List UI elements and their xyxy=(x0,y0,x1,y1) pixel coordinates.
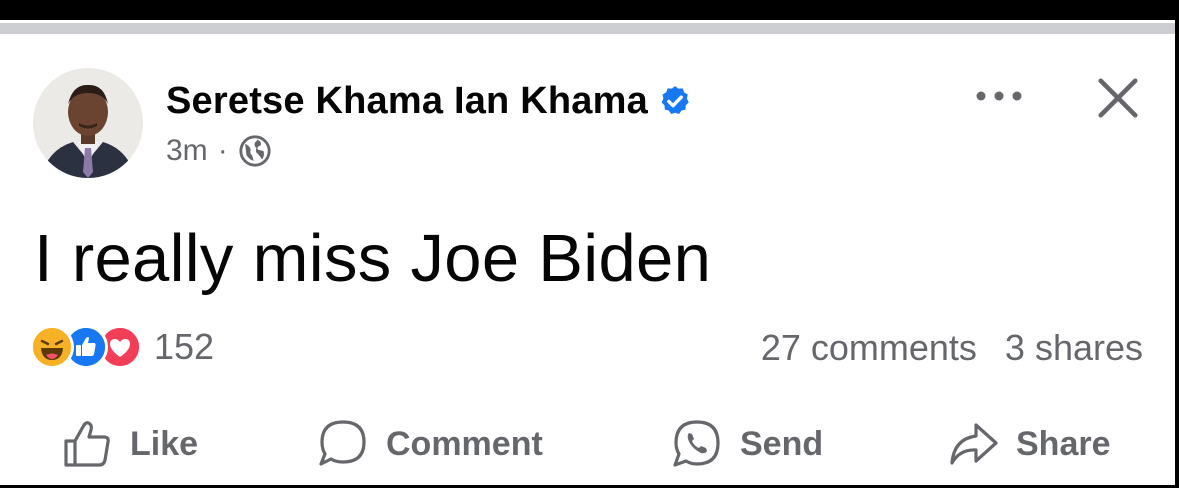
frame-edge xyxy=(1175,0,1179,488)
more-options-button[interactable] xyxy=(972,78,1026,114)
author-name[interactable]: Seretse Khama Ian Khama xyxy=(166,80,648,123)
haha-icon xyxy=(30,325,74,369)
author-row: Seretse Khama Ian Khama xyxy=(166,78,692,124)
reactions-summary[interactable]: 152 xyxy=(30,324,214,370)
share-arrow-icon xyxy=(950,423,998,465)
close-button[interactable] xyxy=(1090,70,1146,126)
like-button[interactable]: Like xyxy=(60,414,198,474)
post-meta: 3m · xyxy=(166,131,272,171)
send-button[interactable]: Send xyxy=(670,414,823,474)
comments-count[interactable]: 27 comments xyxy=(761,327,977,369)
shares-count[interactable]: 3 shares xyxy=(1005,327,1143,369)
verified-badge-icon xyxy=(658,84,692,118)
close-icon xyxy=(1098,78,1138,118)
globe-icon xyxy=(238,134,272,168)
thumbs-up-icon xyxy=(64,421,110,467)
avatar[interactable] xyxy=(33,68,143,178)
meta-separator: · xyxy=(217,134,228,167)
status-bar-edge xyxy=(0,0,1179,20)
send-label: Send xyxy=(740,424,824,463)
comment-bubble-icon xyxy=(319,420,366,466)
comment-label: Comment xyxy=(386,424,543,463)
feed-separator xyxy=(0,23,1179,34)
share-button[interactable]: Share xyxy=(946,414,1111,474)
like-label: Like xyxy=(130,424,199,463)
post-time[interactable]: 3m xyxy=(166,134,208,168)
comment-button[interactable]: Comment xyxy=(316,414,543,474)
whatsapp-icon xyxy=(673,420,720,467)
post-stats: 27 comments 3 shares xyxy=(761,326,1143,370)
avatar-image xyxy=(33,68,143,178)
reaction-count: 152 xyxy=(154,326,215,367)
share-label: Share xyxy=(1016,424,1111,463)
post-text: I really miss Joe Biden xyxy=(34,221,712,296)
more-horizontal-icon xyxy=(976,91,1022,101)
